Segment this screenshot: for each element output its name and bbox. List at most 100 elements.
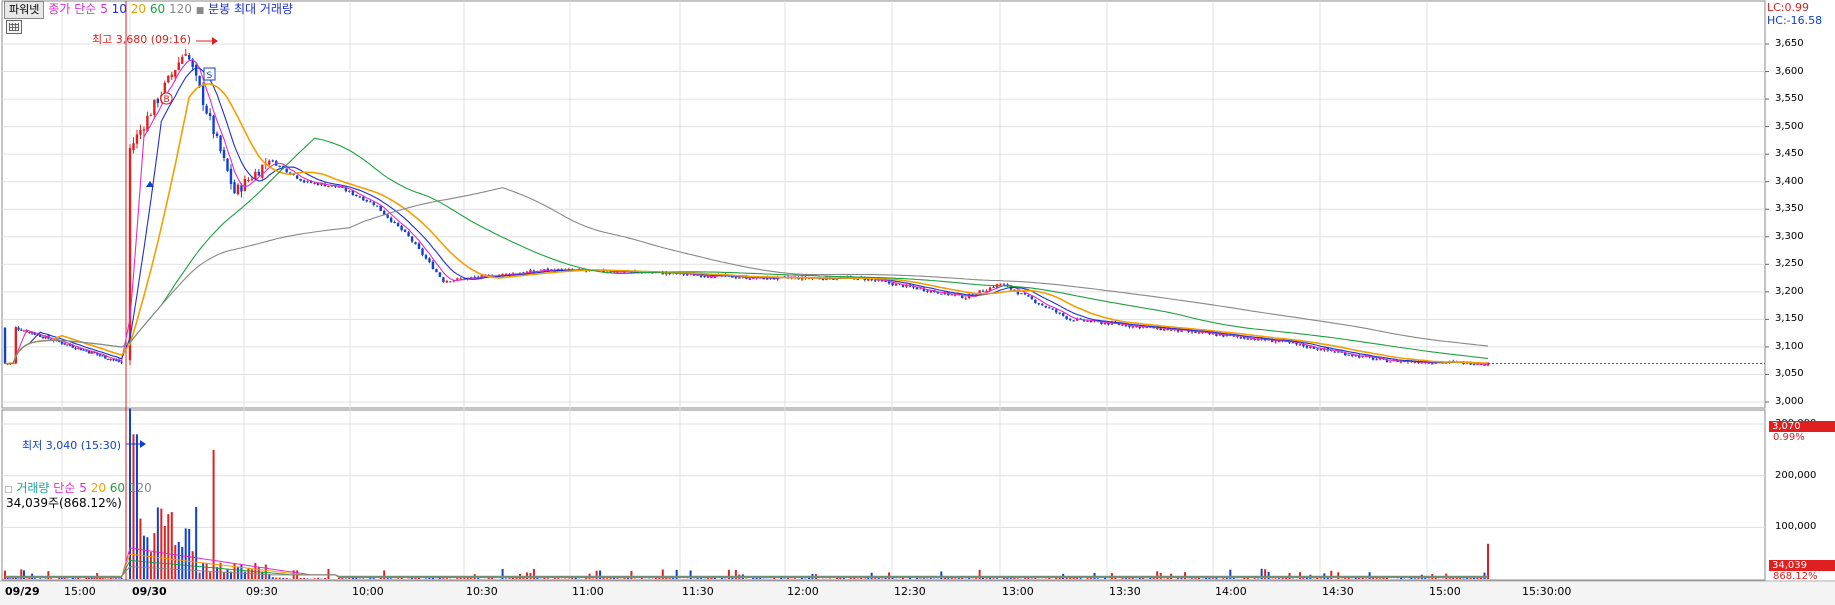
volume-bar	[975, 578, 978, 579]
volume-bar	[700, 578, 703, 579]
candle	[1472, 364, 1476, 366]
volume-bar	[828, 578, 831, 579]
volume-tick-label: 200,000	[1775, 469, 1817, 481]
candle	[1089, 321, 1093, 323]
time-tick-label: 10:30	[466, 585, 498, 598]
volume-bar	[174, 545, 177, 579]
grid-toggle-icon[interactable]	[6, 20, 22, 34]
volume-bar	[1009, 578, 1012, 579]
price-legend: 파워넷 종가 단순 5 10 20 60 120 ■ 분봉 최대 거래량	[4, 1, 293, 19]
candle	[393, 222, 396, 224]
volume-bar	[1208, 578, 1211, 579]
vol-ma-60: 60	[109, 481, 126, 495]
time-tick-label: 12:30	[894, 585, 926, 598]
volume-bar	[445, 578, 448, 579]
candle	[22, 330, 26, 332]
time-tick-label: 09/29	[5, 585, 40, 598]
candle	[403, 229, 407, 232]
volume-bar	[223, 572, 226, 579]
volume-bar	[212, 449, 215, 579]
candle	[1027, 295, 1030, 297]
volume-bar	[707, 578, 710, 579]
candle	[950, 294, 953, 296]
volume-bar	[313, 578, 316, 579]
candle	[132, 143, 135, 151]
volume-bar	[1191, 578, 1194, 579]
candle	[1121, 324, 1124, 326]
candle	[1023, 293, 1027, 295]
volume-bar	[888, 572, 891, 579]
candle	[379, 205, 382, 212]
candle	[414, 242, 417, 245]
candle	[1347, 354, 1350, 356]
volume-bar	[1013, 577, 1016, 579]
volume-bar	[1128, 578, 1131, 579]
candle	[449, 281, 452, 283]
candle	[229, 168, 233, 184]
volume-bar	[397, 578, 400, 579]
ma-line-5	[4, 59, 1489, 366]
square-icon: ■	[195, 6, 205, 16]
candle	[278, 165, 281, 167]
candle	[1103, 322, 1107, 325]
volume-bar	[773, 577, 776, 579]
candle	[302, 180, 306, 183]
volume-panel-frame	[1, 409, 1766, 581]
time-tick-label: 09/30	[132, 585, 167, 598]
time-tick-label: 15:00	[64, 585, 96, 598]
candle	[184, 54, 187, 56]
volume-bar	[616, 578, 619, 579]
volume-bar	[362, 578, 365, 579]
volume-bar	[195, 507, 198, 579]
candle	[247, 179, 250, 181]
candle	[1041, 303, 1044, 306]
stock-chart[interactable]: BS	[0, 0, 1835, 605]
candle	[919, 288, 922, 290]
candle	[1274, 341, 1277, 343]
candle	[1030, 296, 1034, 300]
volume-bar	[546, 578, 549, 579]
volume-bar	[1225, 577, 1228, 579]
candle	[112, 359, 115, 361]
price-tick-label: 3,200	[1775, 285, 1804, 297]
candle	[28, 331, 31, 333]
candle	[1034, 299, 1037, 303]
candle	[396, 222, 400, 227]
low-arrow-head	[140, 440, 146, 448]
candle	[254, 171, 257, 179]
ma-period-60: 60	[149, 2, 166, 16]
candle	[98, 354, 102, 356]
stock-name-tab[interactable]: 파워넷	[4, 1, 45, 19]
candle	[866, 278, 870, 281]
candle	[135, 134, 139, 144]
volume-bar	[543, 577, 546, 579]
candle	[400, 225, 403, 231]
volume-bar	[487, 578, 490, 579]
volume-bar	[1413, 578, 1416, 579]
volume-bar	[344, 578, 347, 579]
volume-bar	[50, 578, 53, 579]
candle	[445, 280, 449, 283]
volume-bar	[557, 578, 560, 579]
candle	[219, 135, 222, 152]
volume-bar	[1076, 578, 1079, 579]
volume-bar	[1434, 577, 1437, 579]
time-tick-label: 10:00	[352, 585, 384, 598]
price-tick-label: 3,300	[1775, 230, 1804, 242]
volume-bar	[1152, 577, 1155, 579]
candle	[60, 341, 64, 344]
volume-bar	[947, 578, 950, 579]
candle	[431, 261, 435, 270]
volume-bar	[278, 577, 281, 579]
candle	[894, 283, 898, 286]
volume-bar	[1079, 578, 1082, 579]
price-tick-label: 3,650	[1775, 38, 1804, 49]
candle	[20, 329, 23, 331]
candle	[90, 351, 93, 354]
candle	[999, 283, 1002, 285]
candle	[149, 115, 153, 117]
time-tick-label: 09:30	[246, 585, 278, 598]
ma-period-10: 10	[111, 2, 127, 16]
candle	[1333, 351, 1336, 353]
candle	[435, 269, 438, 273]
